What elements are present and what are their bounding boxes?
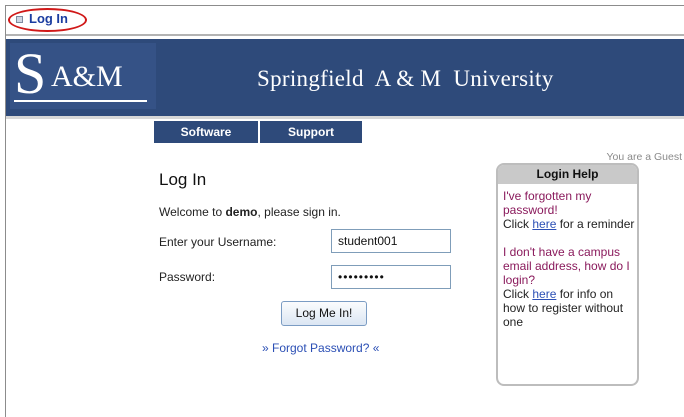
page-title: Log In: [159, 170, 207, 189]
welcome-prefix: Welcome to: [159, 205, 226, 219]
username-field[interactable]: [331, 229, 451, 253]
window-titlebar: [6, 6, 684, 34]
title-divider: [6, 34, 684, 36]
logo-underline: [14, 100, 147, 102]
help-answer-prefix: Click: [503, 217, 533, 231]
register-info-link[interactable]: here: [532, 287, 556, 301]
username-label: Enter your Username:: [159, 235, 277, 249]
help-answer-prefix: Click: [503, 287, 533, 301]
password-field[interactable]: [331, 265, 451, 289]
title-highlight-circle: [8, 8, 87, 32]
help-answer-forgot: Click here for a reminder: [503, 217, 635, 231]
help-answer-suffix: for a reminder: [556, 217, 635, 231]
logo-letters-am: A&M: [51, 60, 123, 93]
login-help-title: Login Help: [498, 165, 637, 184]
welcome-suffix: , please sign in.: [257, 205, 341, 219]
help-spacer: [503, 231, 635, 245]
reminder-link[interactable]: here: [532, 217, 556, 231]
help-question-no-email: I don't have a campus email address, how…: [503, 245, 630, 287]
login-help-panel: Login Help I've forgotten my password! C…: [496, 163, 639, 386]
help-question-forgot: I've forgotten my password!: [503, 189, 592, 217]
login-help-body: I've forgotten my password! Click here f…: [503, 189, 635, 329]
logo-letter-s: S: [14, 41, 47, 106]
guest-status: You are a Guest: [606, 151, 683, 163]
help-answer-no-email: Click here for info on how to register w…: [503, 287, 635, 329]
site-name: demo: [225, 205, 258, 219]
nav-support[interactable]: Support: [260, 121, 362, 143]
forgot-password-link[interactable]: » Forgot Password? «: [262, 341, 379, 355]
login-submit-button[interactable]: Log Me In!: [281, 301, 367, 326]
university-name: Springfield A & M University: [257, 66, 554, 91]
banner-bottom-rule: [6, 116, 684, 119]
welcome-text: Welcome to demo, please sign in.: [159, 205, 341, 219]
nav-software[interactable]: Software: [154, 121, 258, 143]
password-label: Password:: [159, 270, 216, 284]
